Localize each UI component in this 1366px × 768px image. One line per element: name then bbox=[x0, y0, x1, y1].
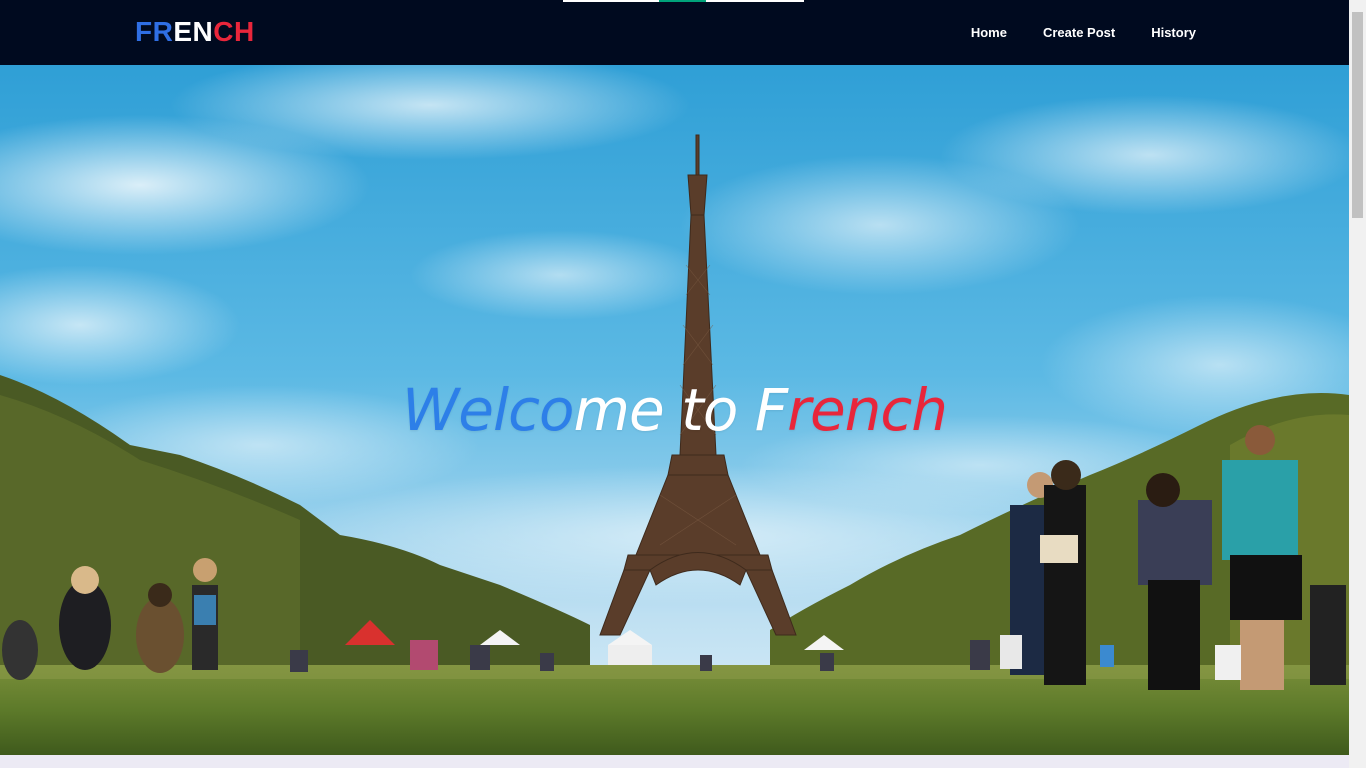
logo-part-ch: CH bbox=[213, 16, 255, 47]
scrollbar-thumb[interactable] bbox=[1352, 12, 1363, 218]
hero-title-part-white: me to F bbox=[573, 376, 788, 444]
progress-accent bbox=[659, 0, 706, 2]
vertical-scrollbar[interactable] bbox=[1349, 0, 1366, 768]
brand-logo[interactable]: FRENCH bbox=[135, 16, 255, 48]
hero-title-part-red: rench bbox=[787, 376, 948, 444]
logo-part-en: EN bbox=[173, 16, 214, 47]
nav-link-home[interactable]: Home bbox=[971, 25, 1007, 40]
hero-title-part-blue: Welco bbox=[401, 376, 575, 444]
page-content-edge bbox=[0, 755, 1349, 768]
nav-menu: Home Create Post History bbox=[935, 0, 1196, 65]
hero-banner: Welcome to French bbox=[0, 65, 1349, 755]
page-load-progress-bar bbox=[563, 0, 804, 2]
hero-title: Welcome to French bbox=[0, 375, 1349, 445]
nav-link-create-post[interactable]: Create Post bbox=[1043, 25, 1115, 40]
nav-link-history[interactable]: History bbox=[1151, 25, 1196, 40]
top-navbar: FRENCH Home Create Post History bbox=[0, 0, 1349, 65]
logo-part-fr: FR bbox=[135, 16, 174, 47]
